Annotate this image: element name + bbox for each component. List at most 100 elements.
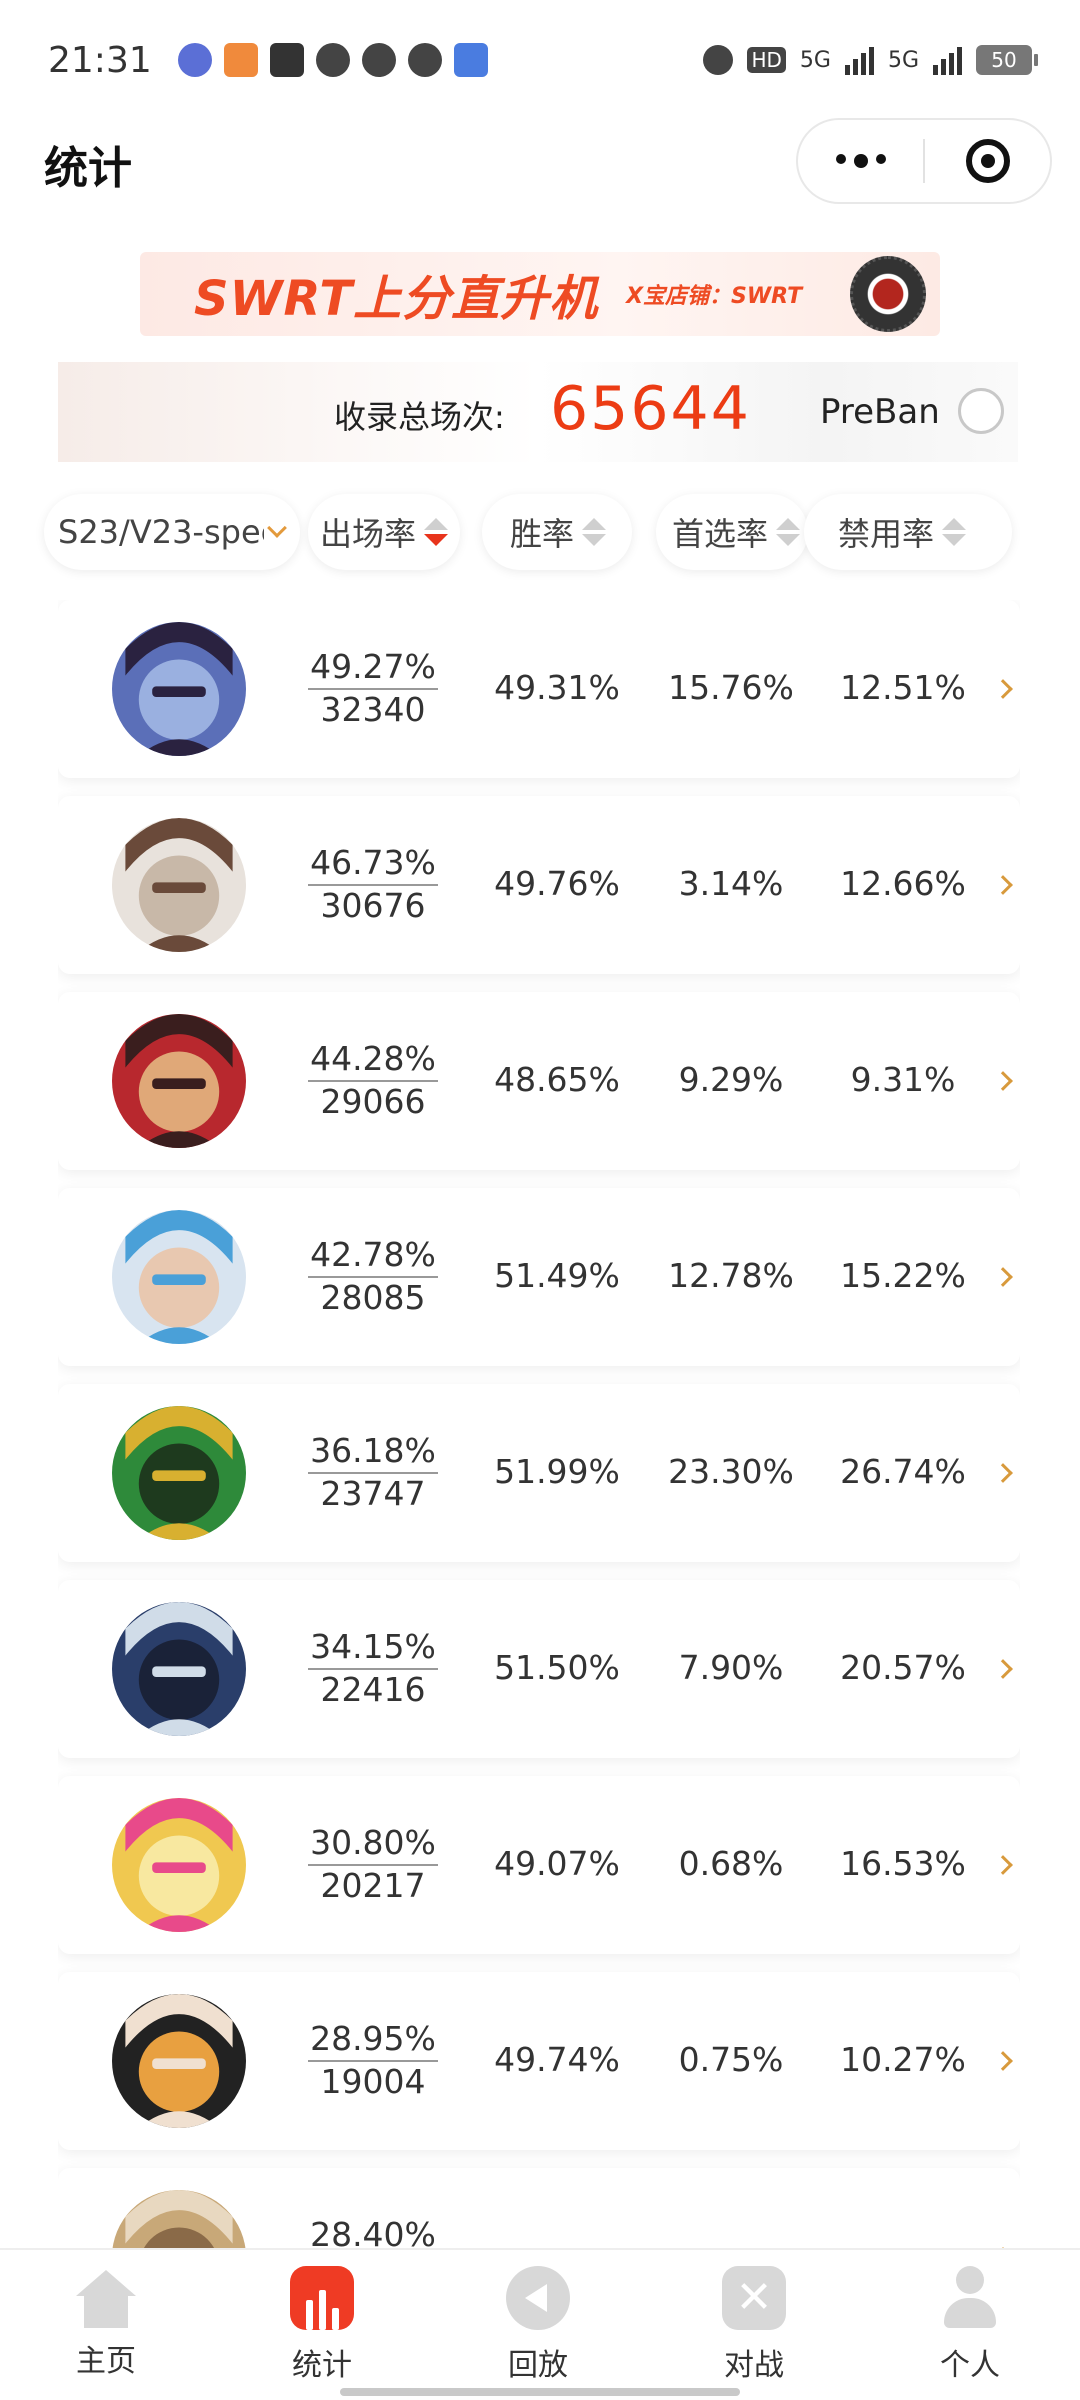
ban-rate: 26.74% — [840, 1452, 966, 1491]
bottom-tab-bar: 主页 统计 回放 ✕ 对战 个人 — [0, 2248, 1080, 2400]
preban-label: PreBan — [820, 392, 940, 432]
sort-icon — [582, 518, 607, 546]
hero-avatar — [112, 1994, 246, 2128]
home-indicator[interactable] — [340, 2388, 740, 2396]
appear-rate: 49.27% — [308, 648, 438, 690]
home-icon — [76, 2270, 136, 2328]
system-status: HD 5G 5G 50 — [703, 45, 1038, 75]
hero-portrait-icon — [112, 622, 246, 756]
total-matches-label: 收录总场次: — [334, 398, 505, 436]
appear-count: 22416 — [320, 1670, 426, 1709]
network-5g-label: 5G — [887, 47, 919, 73]
appear-rate: 28.95% — [308, 2020, 438, 2062]
ban-rate: 12.51% — [840, 668, 966, 707]
hero-portrait-icon — [112, 2190, 246, 2250]
hero-portrait-icon — [112, 1994, 246, 2128]
signal-icon — [933, 45, 962, 75]
chevron-down-icon — [267, 518, 287, 538]
network-5g-label: 5G — [799, 47, 831, 73]
appear-cell: 46.73% 30676 — [308, 844, 438, 926]
app-notification-icon — [315, 43, 350, 77]
close-mini-program-button[interactable] — [925, 139, 1050, 183]
tab-replay[interactable]: 回放 — [468, 2266, 608, 2384]
tab-me[interactable]: 个人 — [900, 2266, 1040, 2384]
chevron-right-icon — [993, 1267, 1013, 1287]
chevron-right-icon — [993, 875, 1013, 895]
hero-avatar — [112, 1210, 246, 1344]
preban-toggle[interactable] — [958, 388, 1004, 434]
ban-rate: 15.22% — [840, 1256, 966, 1295]
hero-row[interactable]: 42.78% 28085 51.49% 12.78% 15.22% — [58, 1188, 1020, 1366]
hero-row[interactable]: 46.73% 30676 49.76% 3.14% 12.66% — [58, 796, 1020, 974]
appear-count: 32340 — [320, 690, 426, 729]
hero-portrait-icon — [112, 1798, 246, 1932]
message-icon — [361, 43, 396, 77]
win-rate: 51.99% — [494, 1452, 620, 1491]
total-matches-value: 65644 — [550, 374, 751, 444]
sort-win-rate[interactable]: 胜率 — [482, 494, 632, 570]
hero-row[interactable]: 28.95% 19004 49.74% 0.75% 10.27% — [58, 1972, 1020, 2150]
sort-appear-rate[interactable]: 出场率 — [308, 494, 460, 570]
bar-chart-icon — [290, 2266, 354, 2330]
appear-cell: 34.15% 22416 — [308, 1628, 438, 1710]
tab-stats[interactable]: 统计 — [252, 2266, 392, 2384]
hero-row[interactable]: 34.15% 22416 51.50% 7.90% 20.57% — [58, 1580, 1020, 1758]
total-summary: 收录总场次: 65644 PreBan — [58, 362, 1018, 462]
sort-icon — [776, 518, 801, 546]
tab-battle[interactable]: ✕ 对战 — [684, 2266, 824, 2384]
season-selector[interactable]: S23/V23-special — [44, 494, 300, 570]
hd-icon: HD — [747, 47, 786, 73]
appear-rate: 30.80% — [308, 1824, 438, 1866]
hero-row[interactable]: 36.18% 23747 51.99% 23.30% 26.74% — [58, 1384, 1020, 1562]
tab-home[interactable]: 主页 — [36, 2266, 176, 2380]
appear-rate: 28.40% — [308, 2216, 438, 2251]
win-rate: 51.50% — [494, 1648, 620, 1687]
win-rate: 51.49% — [494, 1256, 620, 1295]
appear-cell: 28.95% 19004 — [308, 2020, 438, 2102]
tab-me-label: 个人 — [940, 2348, 1000, 2383]
first-pick-rate: 0.75% — [678, 2040, 784, 2079]
status-bar: 21:31 HD 5G 5G 50 — [0, 0, 1080, 120]
qr-code-icon — [850, 256, 926, 332]
notification-icons — [177, 43, 488, 77]
ban-rate: 12.66% — [840, 864, 966, 903]
ban-rate: 9.31% — [850, 1060, 956, 1099]
hero-avatar — [112, 818, 246, 952]
sort-ban-label: 禁用率 — [838, 515, 935, 553]
tab-stats-label: 统计 — [292, 2348, 352, 2383]
hero-portrait-icon — [112, 818, 246, 952]
more-dots-icon — [875, 154, 886, 164]
promo-banner[interactable]: SWRT上分直升机 X宝店铺：SWRT — [140, 252, 940, 336]
win-rate: 48.65% — [494, 1060, 620, 1099]
sort-ban-rate[interactable]: 禁用率 — [804, 494, 1012, 570]
appear-count: 29066 — [320, 1082, 426, 1121]
target-icon — [965, 139, 1010, 183]
sort-first-pick-rate[interactable]: 首选率 — [656, 494, 808, 570]
signal-icon — [844, 45, 874, 75]
first-pick-rate: 9.29% — [678, 1060, 784, 1099]
hero-portrait-icon — [112, 1602, 246, 1736]
chevron-right-icon — [993, 2051, 1013, 2071]
hero-avatar — [112, 1014, 246, 1148]
more-options-button[interactable] — [798, 154, 923, 168]
first-pick-rate: 12.78% — [668, 1256, 794, 1295]
sort-win-label: 胜率 — [510, 515, 575, 553]
tab-home-label: 主页 — [76, 2344, 136, 2379]
hero-row[interactable]: 30.80% 20217 49.07% 0.68% 16.53% — [58, 1776, 1020, 1954]
sort-icon — [942, 518, 967, 546]
hero-row[interactable]: 28.40% — [58, 2168, 1020, 2250]
hero-row[interactable]: 44.28% 29066 48.65% 9.29% 9.31% — [58, 992, 1020, 1170]
appear-count: 23747 — [320, 1474, 426, 1513]
first-pick-rate: 15.76% — [668, 668, 794, 707]
hero-row[interactable]: 49.27% 32340 49.31% 15.76% 12.51% — [58, 600, 1020, 778]
appear-cell: 49.27% 32340 — [308, 648, 438, 730]
user-icon — [940, 2266, 1000, 2330]
battery-icon: 50 — [976, 45, 1038, 75]
hero-portrait-icon — [112, 1014, 246, 1148]
ban-rate: 16.53% — [840, 1844, 966, 1883]
hero-avatar — [112, 1602, 246, 1736]
sort-first-pick-label: 首选率 — [672, 515, 769, 553]
appear-count: 20217 — [320, 1866, 426, 1905]
appear-rate: 44.28% — [308, 1040, 438, 1082]
first-pick-rate: 3.14% — [678, 864, 784, 903]
